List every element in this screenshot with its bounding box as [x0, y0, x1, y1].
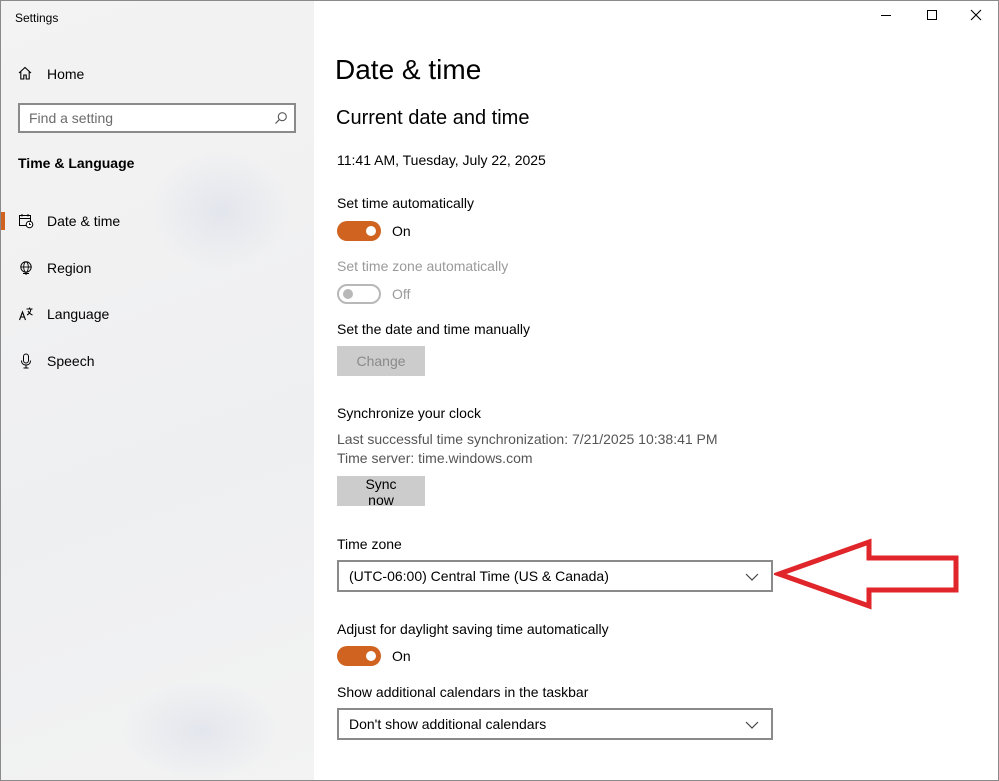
set-time-auto-toggle[interactable]	[337, 221, 381, 241]
section-label: Time & Language	[18, 155, 135, 171]
sidebar-item-speech[interactable]: Speech	[1, 344, 314, 378]
calendars-value: Don't show additional calendars	[349, 716, 547, 732]
calendar-clock-icon	[17, 213, 35, 229]
toggle-state-label: Off	[392, 286, 411, 302]
sidebar-item-label: Speech	[47, 353, 95, 369]
app-title: Settings	[15, 11, 59, 25]
current-datetime: 11:41 AM, Tuesday, July 22, 2025	[337, 152, 546, 168]
sidebar-item-language[interactable]: Language	[1, 297, 314, 331]
set-time-auto-toggle-row: On	[337, 221, 411, 241]
toggle-state-label: On	[392, 648, 411, 664]
change-button[interactable]: Change	[337, 346, 425, 376]
sidebar-item-date-time[interactable]: Date & time	[1, 204, 314, 238]
set-timezone-auto-label: Set time zone automatically	[337, 258, 509, 274]
search-input[interactable]	[20, 105, 268, 131]
sidebar-item-region[interactable]: Region	[1, 251, 314, 285]
time-zone-label: Time zone	[337, 536, 402, 552]
home-link[interactable]: Home	[17, 63, 84, 85]
home-label: Home	[47, 66, 85, 82]
sync-clock-label: Synchronize your clock	[337, 405, 481, 421]
search-box[interactable]	[18, 103, 296, 133]
sidebar-item-label: Language	[47, 306, 110, 322]
section-heading: Current date and time	[336, 107, 530, 129]
chevron-down-icon	[745, 716, 759, 732]
calendars-label: Show additional calendars in the taskbar	[337, 684, 589, 700]
last-sync-text: Last successful time synchronization: 7/…	[337, 431, 718, 447]
home-icon	[17, 65, 33, 84]
set-timezone-auto-toggle-row: Off	[337, 284, 410, 304]
sidebar: Settings Home Time & Language Date & tim…	[1, 1, 314, 780]
annotation-arrow-icon	[774, 538, 959, 610]
time-server-text: Time server: time.windows.com	[337, 450, 533, 466]
calendars-dropdown[interactable]: Don't show additional calendars	[337, 708, 773, 740]
dst-toggle-row: On	[337, 646, 411, 666]
toggle-knob	[366, 651, 376, 661]
settings-window: Settings Home Time & Language Date & tim…	[0, 0, 999, 781]
dst-label: Adjust for daylight saving time automati…	[337, 621, 609, 637]
set-time-auto-label: Set time automatically	[337, 195, 474, 211]
globe-icon	[17, 260, 35, 276]
sidebar-item-label: Date & time	[47, 213, 121, 229]
main-content: Date & time Current date and time 11:41 …	[314, 1, 998, 780]
toggle-state-label: On	[392, 223, 411, 239]
sync-now-button[interactable]: Sync now	[337, 476, 425, 508]
time-zone-value: (UTC-06:00) Central Time (US & Canada)	[349, 568, 609, 584]
chevron-down-icon	[745, 568, 759, 584]
search-icon[interactable]	[268, 111, 294, 125]
language-icon	[17, 306, 35, 322]
toggle-knob	[343, 289, 353, 299]
microphone-icon	[17, 353, 35, 369]
sidebar-item-label: Region	[47, 260, 92, 276]
manual-datetime-label: Set the date and time manually	[337, 321, 531, 337]
active-indicator	[1, 212, 5, 230]
toggle-knob	[366, 226, 376, 236]
page-title: Date & time	[335, 54, 482, 85]
dst-toggle[interactable]	[337, 646, 381, 666]
time-zone-dropdown[interactable]: (UTC-06:00) Central Time (US & Canada)	[337, 560, 773, 592]
set-timezone-auto-toggle[interactable]	[337, 284, 381, 304]
